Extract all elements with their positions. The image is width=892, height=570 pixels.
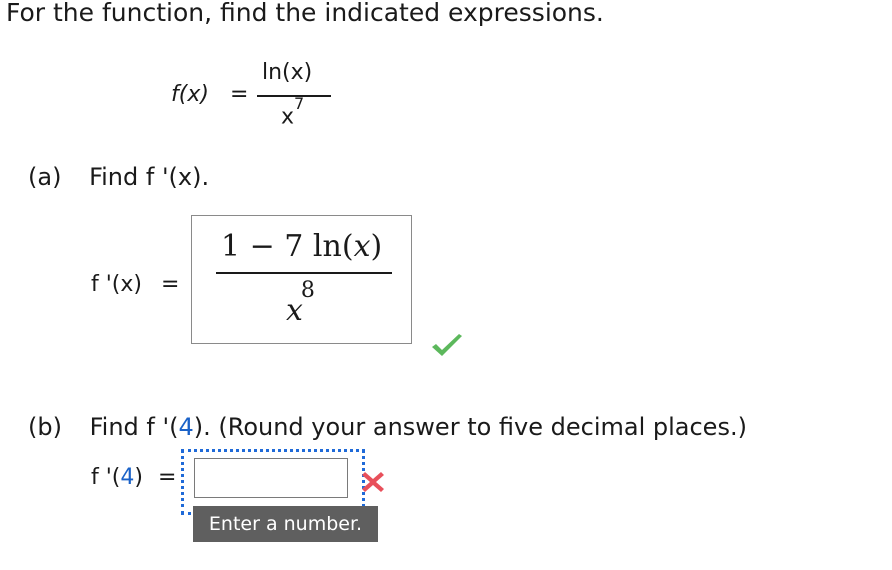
- part-b-lhs: f '(4) =: [91, 465, 176, 490]
- derivative-label: f '(x): [91, 272, 142, 297]
- input-hint-tooltip: Enter a number.: [193, 506, 378, 542]
- answer-denominator: x8: [286, 278, 317, 328]
- answer-numerator-text: 1 − 7 ln: [221, 229, 342, 264]
- function-lhs: f(x) =: [171, 82, 248, 107]
- part-b-prompt: (b) Find f '(4). (Round your answer to f…: [28, 413, 747, 441]
- part-b-prompt-value: 4: [178, 413, 194, 441]
- function-numerator: ln(x): [262, 60, 313, 85]
- equals-sign: =: [157, 465, 177, 490]
- part-b-question: Find f '(4). (Round your answer to five …: [90, 413, 747, 441]
- part-b-prompt-start: Find f '(: [89, 413, 179, 441]
- part-a-prompt: (a) Find f '(x).: [28, 163, 209, 191]
- part-b-lhs-value: 4: [120, 465, 135, 490]
- answer-numerator-var: x: [353, 229, 371, 264]
- x-icon: [361, 470, 385, 498]
- denominator-exponent: 7: [294, 94, 305, 113]
- part-a-lhs: f '(x) =: [91, 272, 179, 297]
- part-a-question: Find f '(x).: [89, 163, 210, 191]
- answer-numerator: 1 − 7 ln(x): [221, 229, 382, 264]
- part-b-label: (b): [28, 413, 62, 441]
- part-a-label: (a): [28, 163, 62, 191]
- answer-numerator-paren: (: [341, 229, 354, 264]
- part-b-prompt-end: ). (Round your answer to five decimal pl…: [193, 413, 747, 441]
- part-b-answer-input[interactable]: [194, 458, 348, 498]
- function-denominator: x7: [281, 94, 304, 130]
- instruction-text: For the function, find the indicated exp…: [6, 0, 604, 27]
- equals-sign: =: [160, 272, 180, 297]
- check-icon: [430, 333, 464, 363]
- function-name: f(x): [171, 82, 209, 107]
- part-b-lhs-start: f '(: [91, 465, 121, 490]
- answer-fraction-bar: [216, 272, 392, 274]
- answer-denominator-exponent: 8: [300, 278, 315, 303]
- denominator-base: x: [281, 104, 295, 130]
- answer-numerator-close: ): [370, 229, 383, 264]
- part-b-lhs-end: ): [134, 465, 143, 490]
- equals-sign: =: [229, 82, 249, 107]
